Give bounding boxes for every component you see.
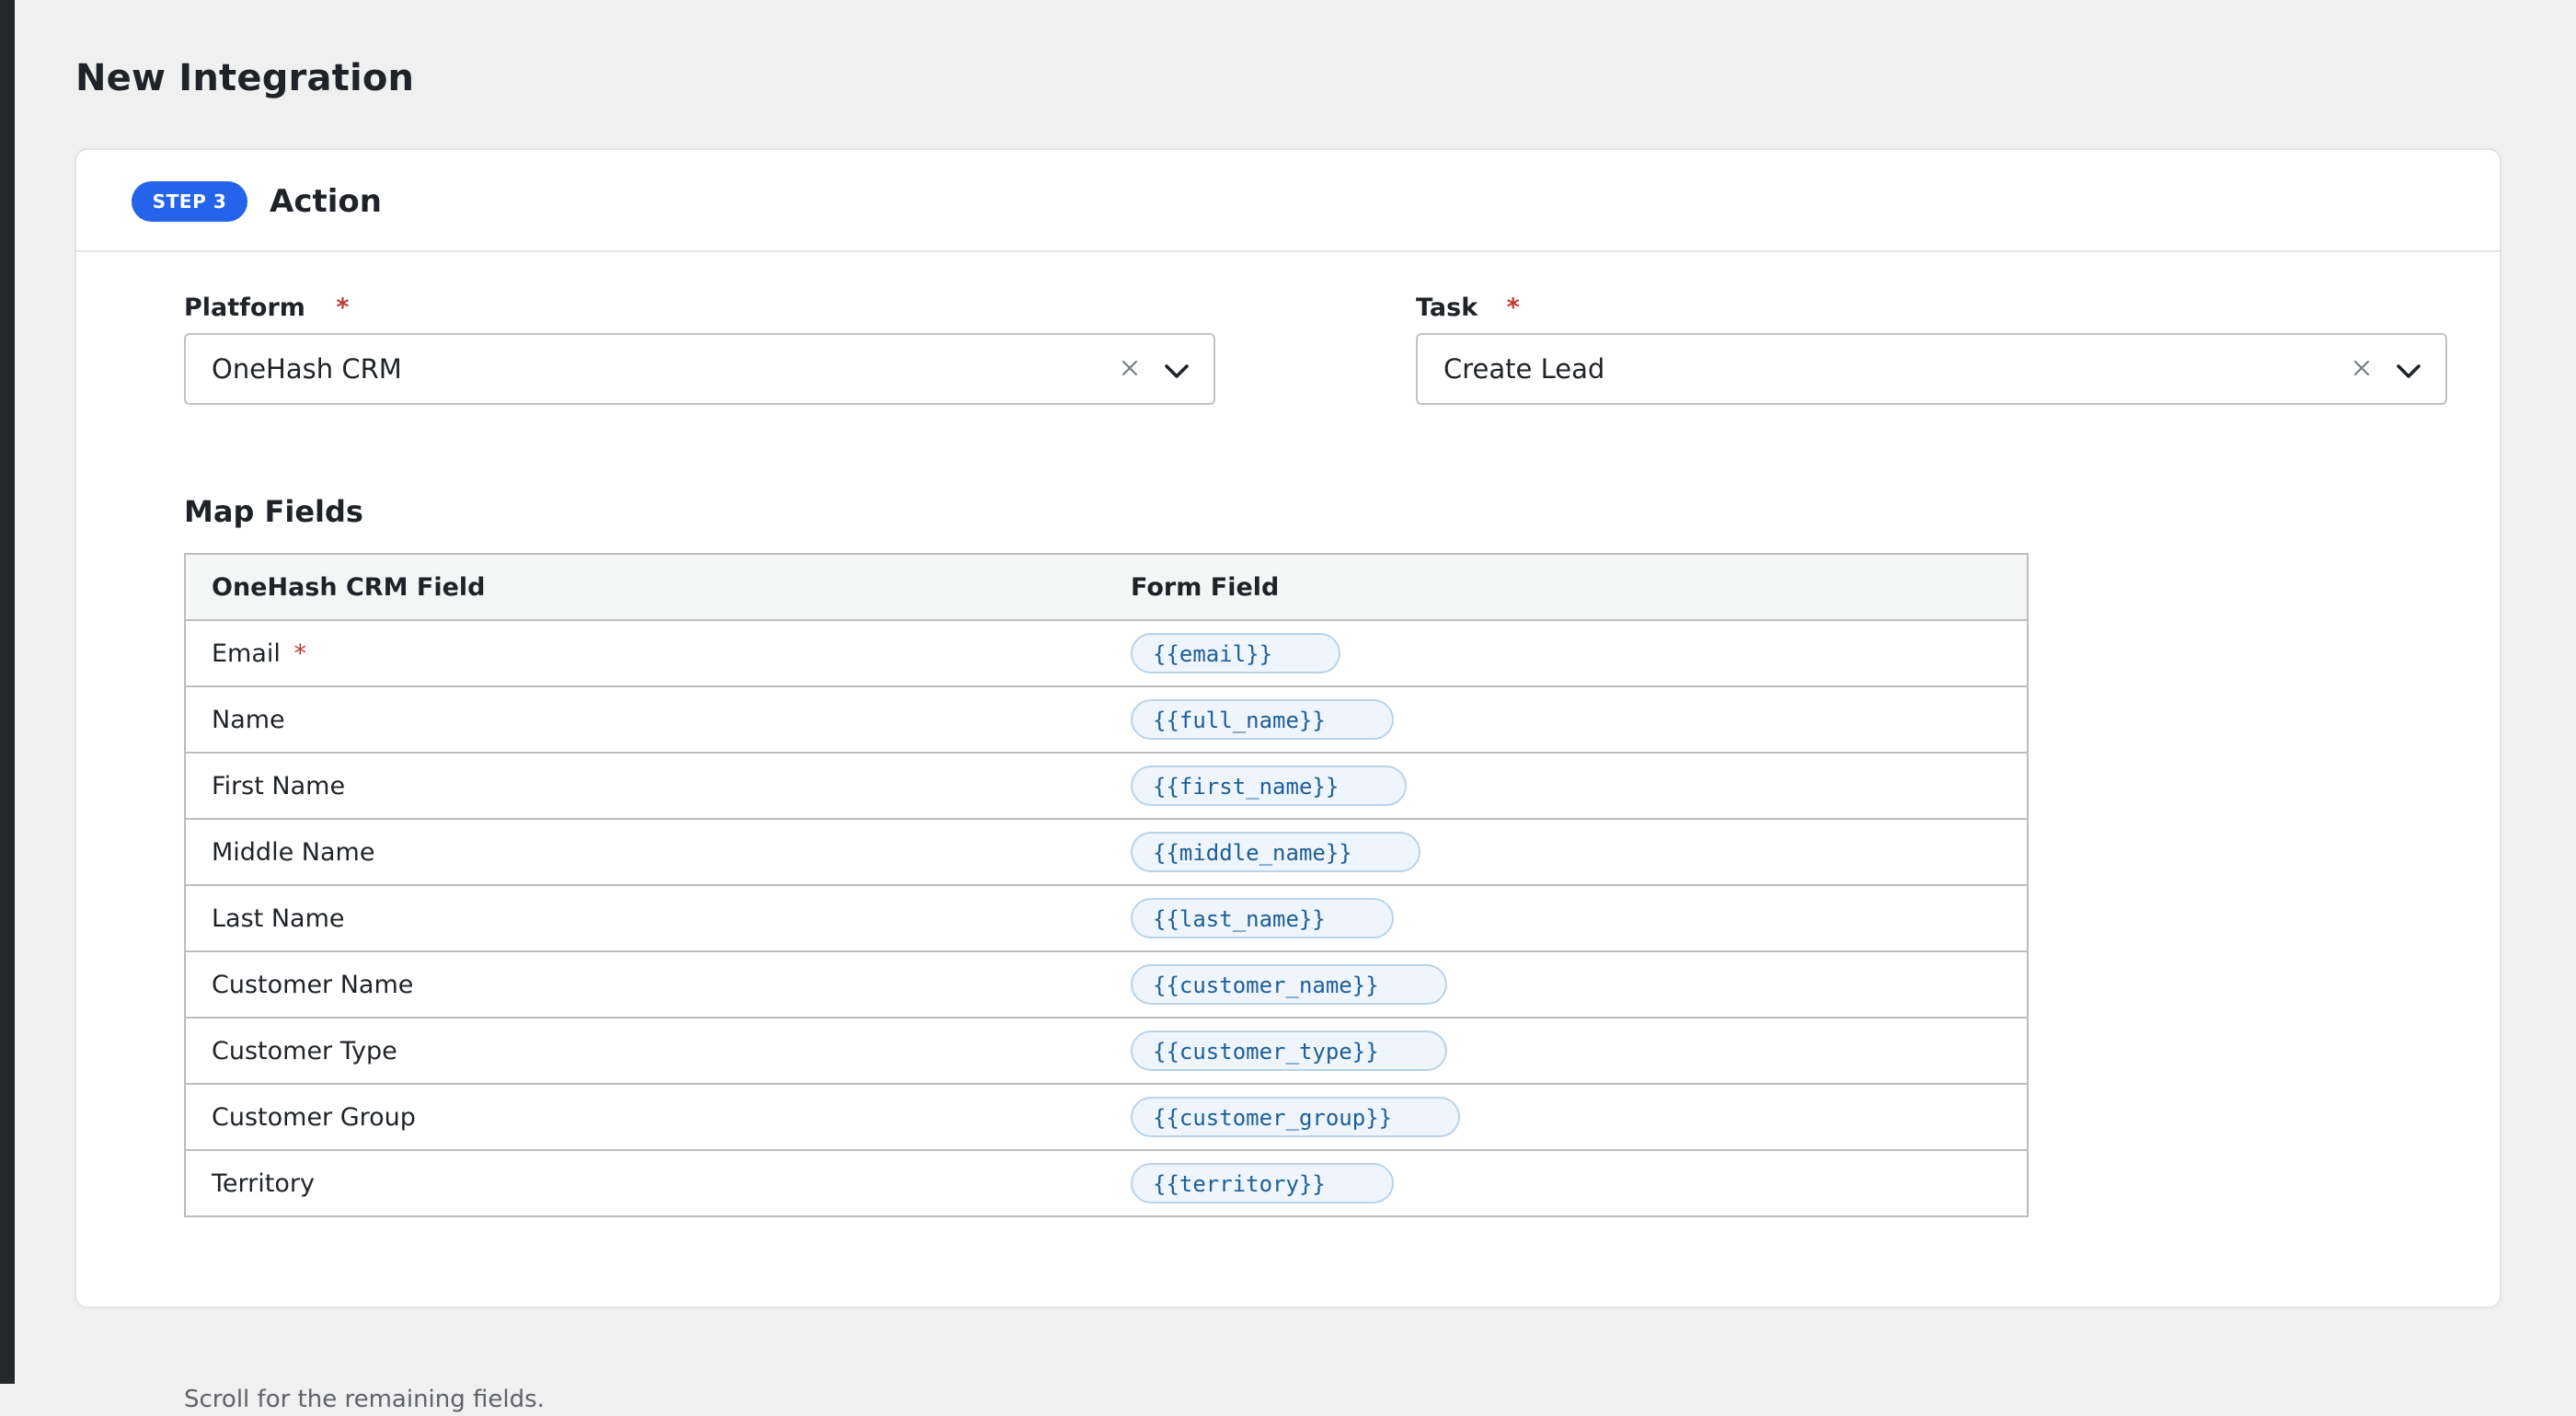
table-row: Customer Group {{customer_group}} (184, 1083, 2029, 1151)
task-required-marker: * (1506, 294, 1520, 322)
map-fields-table: OneHash CRM Field Form Field Email * {{e… (184, 553, 2029, 1217)
step-title: Action (270, 183, 382, 220)
table-row: First Name {{first_name}} (184, 752, 2029, 820)
form-field-cell: {{middle_name}} (1105, 818, 2029, 886)
table-row: Email * {{email}} (184, 619, 2029, 687)
form-field-cell: {{customer_name}} (1105, 950, 2029, 1019)
form-field-cell: {{customer_type}} (1105, 1017, 2029, 1085)
crm-field-name: Middle Name (212, 837, 375, 867)
form-field-token[interactable]: {{customer_name}} (1131, 964, 1447, 1005)
chevron-down-icon (1165, 364, 1189, 378)
crm-field-cell: Customer Name (184, 950, 1105, 1019)
table-row: Customer Type {{customer_type}} (184, 1017, 2029, 1085)
column-header-form-field: Form Field (1105, 553, 2029, 621)
crm-field-cell: Name (184, 685, 1105, 754)
form-field-cell: {{email}} (1105, 619, 2029, 687)
platform-chevron-down-icon[interactable] (1162, 358, 1191, 384)
form-field-token[interactable]: {{last_name}} (1131, 898, 1394, 938)
crm-field-cell: Customer Group (184, 1083, 1105, 1151)
form-field-token[interactable]: {{email}} (1131, 633, 1341, 673)
form-field-cell: {{first_name}} (1105, 752, 2029, 820)
form-field-cell: {{customer_group}} (1105, 1083, 2029, 1151)
step-card: STEP 3 Action Platform * OneHash CRM Tas… (75, 148, 2501, 1413)
crm-field-cell: Last Name (184, 884, 1105, 952)
crm-field-name: Customer Type (212, 1036, 397, 1065)
step-header: STEP 3 Action (76, 150, 2500, 252)
table-row: Last Name {{last_name}} (184, 884, 2029, 952)
crm-field-name: Customer Name (212, 970, 414, 999)
form-field-token[interactable]: {{full_name}} (1131, 699, 1394, 740)
task-label-text: Task (1416, 294, 1478, 322)
table-header-row: OneHash CRM Field Form Field (184, 553, 2029, 621)
crm-field-name: Customer Group (212, 1102, 416, 1132)
crm-field-cell: Customer Type (184, 1017, 1105, 1085)
form-field-cell: {{territory}} (1105, 1149, 2029, 1217)
platform-label-text: Platform (184, 294, 305, 322)
task-chevron-down-icon[interactable] (2394, 358, 2423, 384)
form-field-cell: {{full_name}} (1105, 685, 2029, 754)
required-marker: * (293, 639, 307, 668)
table-row: Customer Name {{customer_name}} (184, 950, 2029, 1019)
form-field-token[interactable]: {{middle_name}} (1131, 832, 1420, 872)
form-field-token[interactable]: {{customer_group}} (1131, 1097, 1461, 1137)
task-label: Task * (1416, 292, 1520, 325)
crm-field-cell: Email * (184, 619, 1105, 687)
left-edge-bar (0, 0, 15, 1384)
platform-label: Platform * (184, 292, 349, 325)
crm-field-name: Last Name (212, 904, 345, 933)
form-field-cell: {{last_name}} (1105, 884, 2029, 952)
crm-field-cell: Middle Name (184, 818, 1105, 886)
page-title: New Integration (75, 57, 415, 99)
task-select[interactable]: Create Lead (1416, 333, 2447, 405)
task-clear-icon[interactable] (2348, 354, 2375, 382)
column-header-crm-field: OneHash CRM Field (184, 553, 1105, 621)
crm-field-name: Territory (212, 1168, 315, 1198)
crm-field-cell: First Name (184, 752, 1105, 820)
close-icon (2353, 360, 2370, 376)
task-select-value: Create Lead (1443, 353, 1605, 385)
form-field-token[interactable]: {{territory}} (1131, 1163, 1394, 1203)
crm-field-name: Email (212, 639, 281, 668)
close-icon (1121, 360, 1138, 376)
scroll-helper-text: Scroll for the remaining fields. (184, 1386, 545, 1413)
crm-field-name: First Name (212, 771, 346, 800)
platform-select-value: OneHash CRM (212, 353, 402, 385)
chevron-down-icon (2397, 364, 2421, 378)
table-row: Middle Name {{middle_name}} (184, 818, 2029, 886)
crm-field-cell: Territory (184, 1149, 1105, 1217)
form-field-token[interactable]: {{first_name}} (1131, 766, 1408, 806)
table-row: Territory {{territory}} (184, 1149, 2029, 1217)
step-badge: STEP 3 (132, 181, 247, 222)
platform-required-marker: * (336, 294, 350, 322)
map-fields-title: Map Fields (184, 494, 363, 529)
platform-clear-icon[interactable] (1116, 354, 1144, 382)
platform-select[interactable]: OneHash CRM (184, 333, 1215, 405)
form-field-token[interactable]: {{customer_type}} (1131, 1030, 1447, 1071)
crm-field-name: Name (212, 705, 285, 734)
table-row: Name {{full_name}} (184, 685, 2029, 754)
